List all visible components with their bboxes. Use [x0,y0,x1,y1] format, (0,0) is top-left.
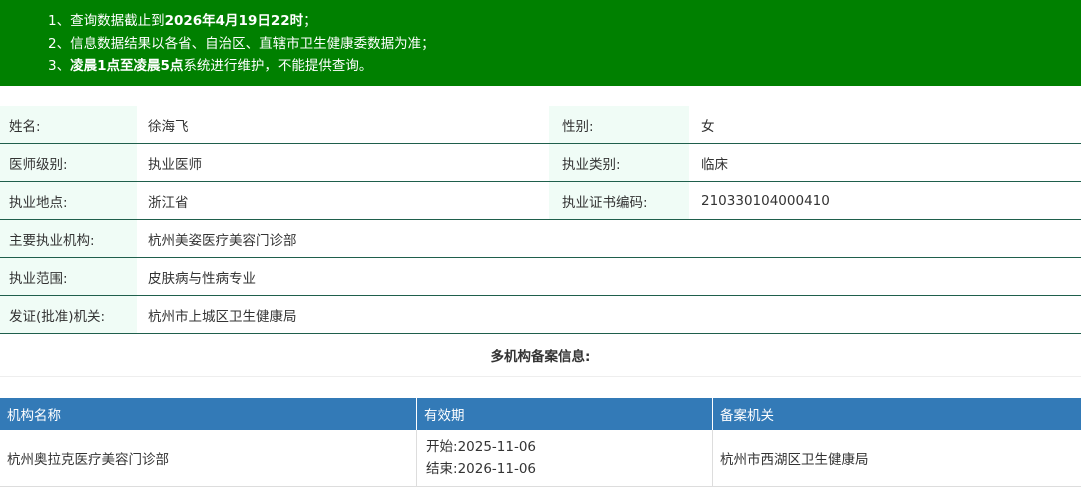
notice-maintenance-window: 凌晨1点至凌晨5点 [70,58,184,74]
info-row-scope: 执业范围: 皮肤病与性病专业 [0,258,1081,296]
notice-banner: 1、查询数据截止到2026年4月19日22时； 2、信息数据结果以各省、自治区、… [0,0,1081,86]
notice-line-1: 1、查询数据截止到2026年4月19日22时； [48,13,317,29]
table-header: 机构名称 有效期 备案机关 [0,398,1081,430]
header-validity: 有效期 [417,398,713,430]
info-row-name: 姓名: 徐海飞 性别: 女 [0,106,1081,144]
gender-label: 性别: [549,106,689,143]
info-row-location: 执业地点: 浙江省 执业证书编码: 210330104000410 [0,182,1081,220]
info-row-level: 医师级别: 执业医师 执业类别: 临床 [0,144,1081,182]
scope-value: 皮肤病与性病专业 [148,270,256,287]
validity-end: 结束:2026-11-06 [426,461,537,477]
location-label: 执业地点: [0,182,137,219]
level-value: 执业医师 [148,156,202,173]
category-value: 临床 [701,156,728,173]
gender-value: 女 [701,118,715,135]
row-validity: 开始:2025-11-06 结束:2026-11-06 [417,430,713,486]
row-institution: 杭州奥拉克医疗美容门诊部 [0,430,417,486]
multi-institution-table: 机构名称 有效期 备案机关 杭州奥拉克医疗美容门诊部 开始:2025-11-06… [0,398,1081,487]
name-label: 姓名: [0,106,137,143]
row-authority: 杭州市西湖区卫生健康局 [720,452,869,468]
location-value: 浙江省 [148,194,189,211]
notice-line-3: 3、凌晨1点至凌晨5点系统进行维护，不能提供查询。 [48,58,373,74]
doctor-info-table: 姓名: 徐海飞 性别: 女 医师级别: 执业医师 执业类别: 临床 执业地点: … [0,106,1081,334]
category-label: 执业类别: [549,144,689,181]
info-row-institution: 主要执业机构: 杭州美姿医疗美容门诊部 [0,220,1081,258]
name-value: 徐海飞 [148,118,189,135]
notice-cutoff-time: 2026年4月19日22时 [164,13,304,29]
institution-value: 杭州美姿医疗美容门诊部 [148,232,297,249]
authority-label: 发证(批准)机关: [0,296,137,333]
authority-value: 杭州市上城区卫生健康局 [148,308,297,325]
table-row: 杭州奥拉克医疗美容门诊部 开始:2025-11-06 结束:2026-11-06… [0,430,1081,487]
validity-start: 开始:2025-11-06 [426,439,537,455]
header-institution: 机构名称 [0,398,417,430]
info-row-authority: 发证(批准)机关: 杭州市上城区卫生健康局 [0,296,1081,334]
multi-institution-title: 多机构备案信息: [0,334,1081,377]
level-label: 医师级别: [0,144,137,181]
cert-number-label: 执业证书编码: [549,182,689,219]
institution-label: 主要执业机构: [0,220,137,257]
cert-number-value: 210330104000410 [701,192,830,209]
notice-line-2: 2、信息数据结果以各省、自治区、直辖市卫生健康委数据为准； [48,35,435,52]
scope-label: 执业范围: [0,258,137,295]
header-authority: 备案机关 [720,408,774,424]
